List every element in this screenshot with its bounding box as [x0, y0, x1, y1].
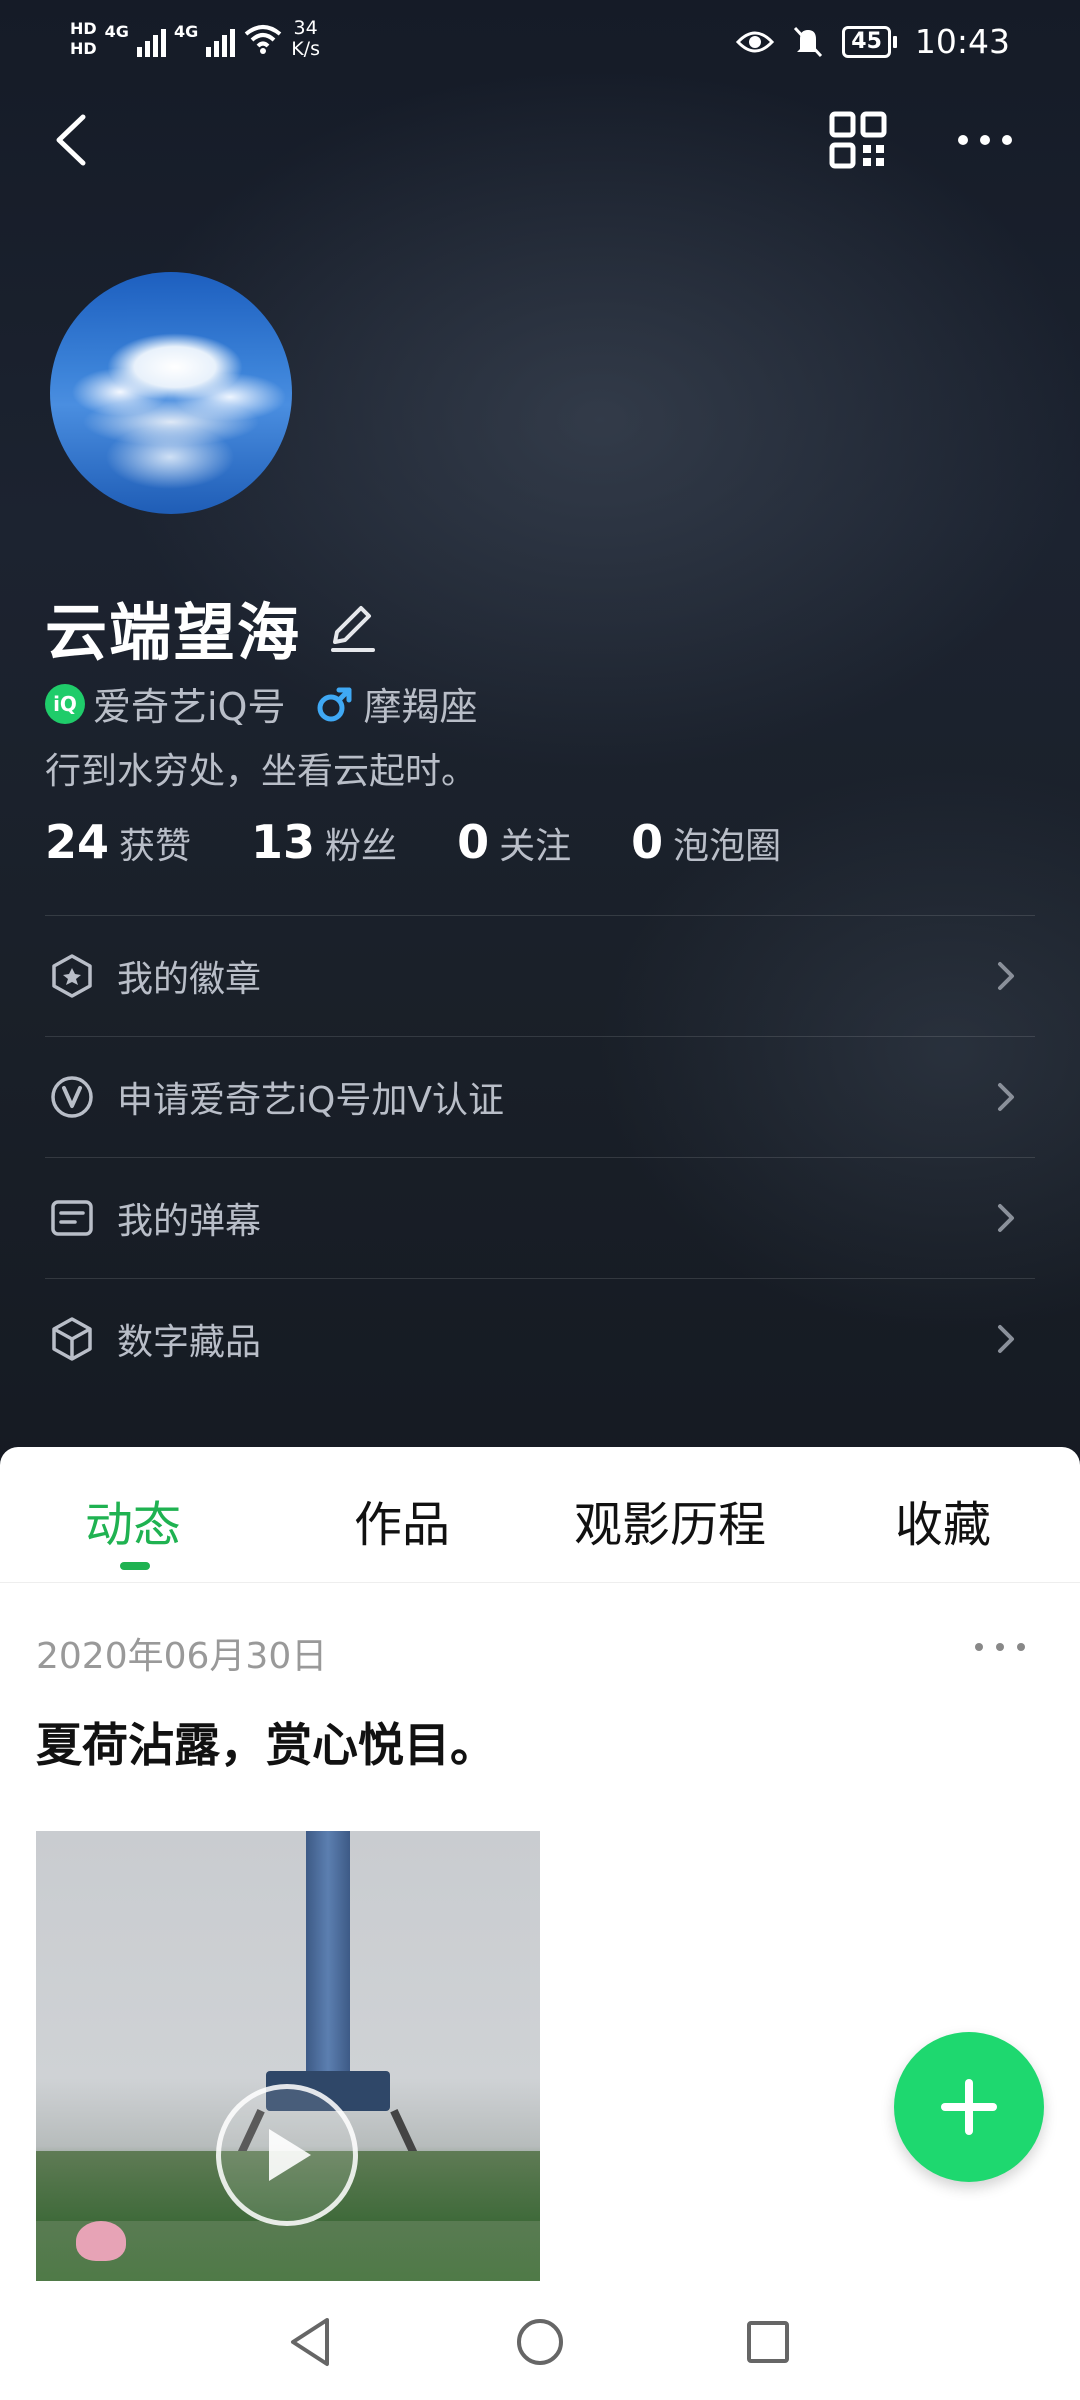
menu-item-badges[interactable]: 我的徽章	[45, 915, 1035, 1036]
post-video-thumbnail[interactable]	[36, 1831, 540, 2281]
menu-label-verify: 申请爱奇艺iQ号加V认证	[117, 1080, 504, 1121]
wifi-icon	[244, 25, 282, 54]
mute-bell-icon	[794, 26, 823, 57]
chevron-right-icon	[998, 962, 1014, 990]
status-left-group: HD HD 4G 4G 34 K/s	[70, 18, 320, 60]
chevron-right-icon	[998, 1083, 1014, 1111]
menu-label-badges: 我的徽章	[117, 959, 262, 1000]
iq-logo-icon: iQ	[45, 683, 85, 724]
profile-tags: iQ 爱奇艺iQ号 摩羯座	[45, 676, 477, 731]
post-more-button[interactable]	[965, 1627, 1035, 1667]
stat-fans[interactable]: 13 粉丝	[251, 815, 397, 869]
menu-item-danmaku[interactable]: 我的弹幕	[45, 1157, 1035, 1278]
tab-dynamics[interactable]: 动态	[85, 1485, 181, 1565]
hd-indicator: HD HD	[70, 19, 97, 59]
eye-icon	[736, 31, 775, 52]
nav-recents-button[interactable]	[733, 2307, 803, 2377]
stat-likes-count: 24	[45, 815, 110, 869]
more-dots-icon	[958, 135, 1012, 145]
network-type-2: 4G	[173, 22, 199, 41]
zodiac-tag: 摩羯座	[315, 676, 477, 731]
male-gender-icon	[317, 687, 352, 721]
circle-home-icon	[517, 2319, 563, 2365]
more-options-button[interactable]	[945, 100, 1025, 180]
speed-unit: K/s	[291, 38, 320, 60]
clock: 10:43	[914, 22, 1010, 61]
signal-icon-2	[206, 21, 236, 57]
stat-bubble-label: 泡泡圈	[673, 826, 782, 867]
stat-bubble-circle[interactable]: 0 泡泡圈	[631, 815, 781, 869]
status-right-group: 45 10:43	[736, 22, 1010, 61]
chevron-right-icon	[998, 1325, 1014, 1353]
tab-viewing-history[interactable]: 观影历程	[574, 1485, 766, 1565]
stat-following-count: 0	[457, 815, 490, 869]
tab-favorites[interactable]: 收藏	[895, 1485, 991, 1565]
network-type-1: 4G	[104, 22, 129, 41]
iq-account-label: 爱奇艺iQ号	[93, 685, 286, 729]
triangle-back-icon	[291, 2318, 329, 2366]
edit-pencil-icon[interactable]	[323, 598, 381, 656]
content-card: 动态 作品 观影历程 收藏 2020年06月30日 夏荷沾露，赏心悦目。	[0, 1447, 1080, 2400]
tab-works[interactable]: 作品	[354, 1485, 450, 1565]
post-date: 2020年06月30日	[36, 1636, 328, 1677]
menu-label-collectibles: 数字藏品	[117, 1322, 262, 1363]
more-dots-icon	[975, 1643, 1025, 1651]
stat-following-label: 关注	[499, 826, 572, 867]
tower-illustration	[306, 1831, 350, 2081]
username-row: 云端望海	[45, 582, 381, 672]
back-button[interactable]	[40, 100, 100, 180]
stat-bubble-count: 0	[631, 815, 664, 869]
tab-bar: 动态 作品 观影历程 收藏	[0, 1447, 1080, 1583]
qr-code-button[interactable]	[820, 100, 895, 180]
cube-icon	[52, 1317, 92, 1361]
square-recents-icon	[747, 2321, 789, 2363]
qr-code-icon	[829, 111, 886, 169]
username: 云端望海	[45, 596, 302, 669]
plus-icon	[941, 2079, 997, 2135]
lotus-flower	[76, 2221, 126, 2261]
stat-following[interactable]: 0 关注	[457, 815, 571, 869]
nav-back-button[interactable]	[275, 2307, 345, 2377]
menu-label-danmaku: 我的弹幕	[117, 1201, 262, 1242]
speed-value: 34	[293, 17, 318, 39]
iq-account-tag[interactable]: iQ 爱奇艺iQ号	[45, 676, 285, 731]
battery-icon: 45	[842, 25, 897, 58]
nav-home-button[interactable]	[505, 2307, 575, 2377]
badge-icon	[52, 954, 92, 998]
network-speed: 34 K/s	[291, 18, 320, 60]
play-icon	[269, 2129, 311, 2181]
system-navigation-bar	[0, 2283, 1080, 2400]
chevron-right-icon	[998, 1204, 1014, 1232]
create-post-button[interactable]	[894, 2032, 1044, 2182]
status-bar: HD HD 4G 4G 34 K/s 45 10:43	[0, 0, 1080, 90]
hd1-label: HD	[70, 19, 97, 38]
post-text: 夏荷沾露，赏心悦目。	[36, 1718, 496, 1772]
menu-item-collectibles[interactable]: 数字藏品	[45, 1278, 1035, 1399]
signal-icon-1	[136, 21, 166, 57]
avatar[interactable]	[50, 272, 292, 514]
play-button[interactable]	[216, 2084, 358, 2226]
back-arrow-icon	[56, 114, 86, 166]
zodiac-label: 摩羯座	[363, 685, 478, 729]
battery-level: 45	[842, 25, 891, 58]
stat-fans-count: 13	[251, 815, 316, 869]
danmaku-icon	[51, 1200, 93, 1236]
stat-likes[interactable]: 24 获赞	[45, 815, 191, 869]
active-tab-indicator	[120, 1562, 150, 1570]
verify-v-icon	[51, 1076, 93, 1118]
stat-fans-label: 粉丝	[325, 826, 398, 867]
profile-stats: 24 获赞 13 粉丝 0 关注 0 泡泡圈	[45, 815, 781, 869]
stat-likes-label: 获赞	[119, 826, 192, 867]
hd2-label: HD	[70, 39, 97, 58]
profile-menu: 我的徽章 申请爱奇艺iQ号加V认证 我的弹幕 数字藏品	[45, 915, 1035, 1399]
menu-item-verify[interactable]: 申请爱奇艺iQ号加V认证	[45, 1036, 1035, 1157]
profile-bio: 行到水穷处，坐看云起时。	[45, 751, 478, 792]
